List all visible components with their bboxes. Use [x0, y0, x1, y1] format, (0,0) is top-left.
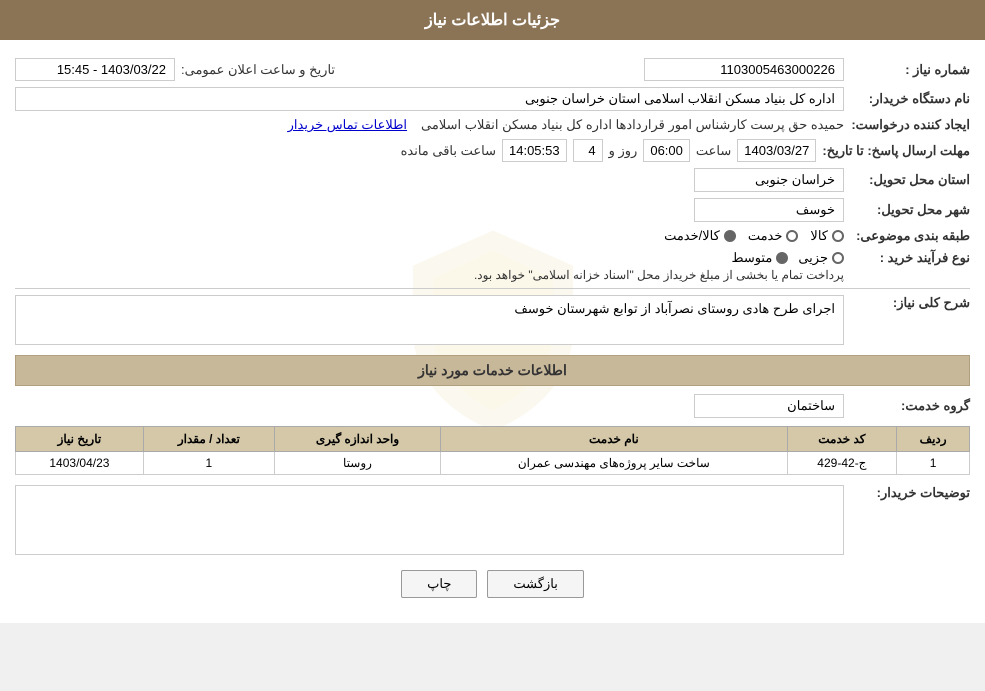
- purchase-jozee-label: جزیی: [798, 250, 828, 266]
- table-cell-service_code: ج-42-429: [787, 452, 897, 475]
- buyer-org-value: اداره کل بنیاد مسکن انقلاب اسلامی استان …: [15, 87, 844, 111]
- print-button[interactable]: چاپ: [401, 570, 477, 598]
- purchase-option-jozee[interactable]: جزیی: [798, 250, 844, 266]
- purchase-option-motevaset[interactable]: متوسط: [731, 250, 788, 266]
- remaining-days-label: روز و: [609, 143, 638, 159]
- purchase-options: جزیی متوسط: [474, 250, 844, 266]
- province-value: خراسان جنوبی: [694, 168, 844, 192]
- col-header-code: کد خدمت: [787, 427, 897, 452]
- remaining-days: 4: [573, 139, 603, 162]
- city-label: شهر محل تحویل:: [850, 202, 970, 218]
- footer-buttons: بازگشت چاپ: [15, 570, 970, 598]
- category-option-khedmat[interactable]: خدمت: [748, 228, 799, 244]
- buyer-org-label: نام دستگاه خریدار:: [850, 91, 970, 107]
- purchase-type-label: نوع فرآیند خرید :: [850, 250, 970, 266]
- category-kala-khedmat-label: کالا/خدمت: [664, 228, 720, 244]
- radio-kala-khedmat-icon: [724, 230, 736, 242]
- province-label: استان محل تحویل:: [850, 172, 970, 188]
- category-radio-group: کالا خدمت کالا/خدمت: [664, 228, 844, 244]
- radio-kala-icon: [832, 230, 844, 242]
- remaining-time-label: ساعت باقی مانده: [401, 143, 496, 159]
- category-option-kala[interactable]: کالا: [810, 228, 844, 244]
- radio-khedmat-icon: [786, 230, 798, 242]
- col-header-name: نام خدمت: [441, 427, 787, 452]
- table-cell-row: 1: [897, 452, 970, 475]
- remaining-time: 14:05:53: [502, 139, 567, 162]
- deadline-label: مهلت ارسال پاسخ: تا تاریخ:: [822, 143, 970, 159]
- category-kala-label: کالا: [810, 228, 828, 244]
- purchase-note: پرداخت تمام یا بخشی از مبلغ خریداز محل "…: [474, 268, 844, 282]
- need-number-label: شماره نیاز :: [850, 62, 970, 78]
- radio-jozee-icon: [832, 252, 844, 264]
- category-option-kala-khedmat[interactable]: کالا/خدمت: [664, 228, 736, 244]
- service-group-value: ساختمان: [694, 394, 844, 418]
- table-cell-quantity: 1: [143, 452, 274, 475]
- buyer-notes-label: توضیحات خریدار:: [850, 485, 970, 501]
- services-table: ردیف کد خدمت نام خدمت واحد اندازه گیری ت…: [15, 426, 970, 475]
- table-cell-service_name: ساخت سایر پروژه‌های مهندسی عمران: [441, 452, 787, 475]
- col-header-qty: تعداد / مقدار: [143, 427, 274, 452]
- announce-label: تاریخ و ساعت اعلان عمومی:: [181, 62, 335, 78]
- deadline-time-label: ساعت: [696, 143, 731, 159]
- buyer-notes-textarea[interactable]: [15, 485, 844, 555]
- services-section-title: اطلاعات خدمات مورد نیاز: [15, 355, 970, 386]
- description-textarea[interactable]: [15, 295, 844, 345]
- table-row: 1ج-42-429ساخت سایر پروژه‌های مهندسی عمرا…: [16, 452, 970, 475]
- col-header-unit: واحد اندازه گیری: [274, 427, 440, 452]
- table-cell-date: 1403/04/23: [16, 452, 144, 475]
- service-group-label: گروه خدمت:: [850, 398, 970, 414]
- page-header: جزئیات اطلاعات نیاز: [0, 0, 985, 40]
- col-header-row: ردیف: [897, 427, 970, 452]
- page-title: جزئیات اطلاعات نیاز: [425, 12, 560, 29]
- announce-value: 1403/03/22 - 15:45: [15, 58, 175, 81]
- creator-value: حمیده حق پرست کارشناس امور قراردادها ادا…: [421, 117, 844, 133]
- deadline-date: 1403/03/27: [737, 139, 816, 162]
- table-cell-unit: روستا: [274, 452, 440, 475]
- need-number-value: 1103005463000226: [644, 58, 844, 81]
- radio-motevaset-icon: [776, 252, 788, 264]
- services-table-container: ردیف کد خدمت نام خدمت واحد اندازه گیری ت…: [15, 426, 970, 475]
- back-button[interactable]: بازگشت: [487, 570, 583, 598]
- deadline-time: 06:00: [643, 139, 690, 162]
- category-label: طبقه بندی موضوعی:: [850, 228, 970, 244]
- col-header-date: تاریخ نیاز: [16, 427, 144, 452]
- category-khedmat-label: خدمت: [748, 228, 783, 244]
- contact-link[interactable]: اطلاعات تماس خریدار: [288, 117, 407, 133]
- purchase-motevaset-label: متوسط: [731, 250, 772, 266]
- description-label: شرح کلی نیاز:: [850, 295, 970, 311]
- city-value: خوسف: [694, 198, 844, 222]
- creator-label: ایجاد کننده درخواست:: [850, 117, 970, 133]
